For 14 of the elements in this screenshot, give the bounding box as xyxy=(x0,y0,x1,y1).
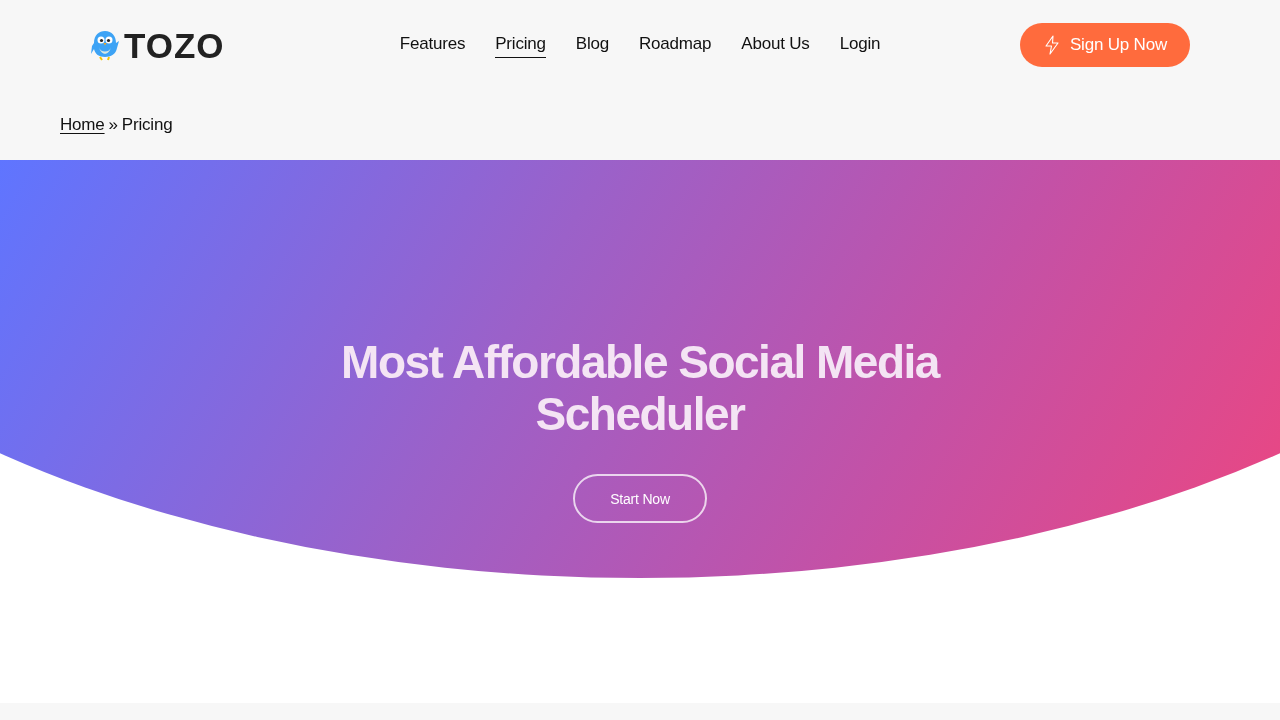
nav-link[interactable]: Roadmap xyxy=(639,32,712,58)
nav-link[interactable]: Blog xyxy=(575,32,610,58)
bird-logo-icon xyxy=(90,29,120,61)
nav-link[interactable]: Login xyxy=(839,32,881,58)
logo-wordmark[interactable]: TOZO xyxy=(124,27,225,63)
lightning-icon xyxy=(1044,35,1060,55)
nav-link[interactable]: About Us xyxy=(741,32,810,58)
nav-link[interactable]: Pricing xyxy=(495,32,546,58)
hero-title: Most Affordable Social Media Scheduler xyxy=(340,336,941,440)
breadcrumb-current: Pricing xyxy=(121,115,173,135)
start-now-button[interactable]: Start Now xyxy=(573,474,707,523)
nav-link[interactable]: Features xyxy=(399,32,466,58)
breadcrumb-separator: » xyxy=(108,115,118,135)
breadcrumb-link[interactable]: Home xyxy=(60,115,105,135)
